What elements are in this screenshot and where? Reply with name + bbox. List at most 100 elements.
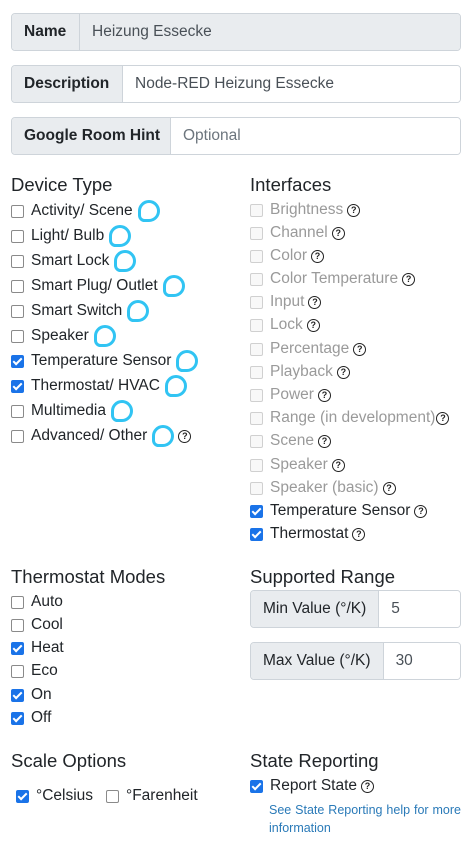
scale-farenheit[interactable]: °Farenheit	[106, 785, 198, 807]
question-circle-icon[interactable]: ?	[414, 504, 428, 518]
checkbox	[250, 342, 263, 356]
checkbox[interactable]	[250, 779, 263, 793]
min-value-input[interactable]	[379, 591, 460, 627]
checkbox	[250, 295, 263, 309]
checkbox[interactable]	[11, 664, 24, 678]
checkbox[interactable]	[106, 789, 119, 803]
checkbox[interactable]	[11, 404, 24, 418]
interface-channel: Channel?	[250, 222, 345, 244]
question-circle-icon[interactable]: ?	[436, 411, 450, 425]
question-circle-icon[interactable]: ?	[353, 342, 367, 356]
max-value-group: Max Value (°/K)	[250, 642, 461, 680]
device-type-light-bulb[interactable]: Light/ Bulb	[11, 225, 132, 247]
interface-thermostat[interactable]: Thermostat?	[250, 523, 366, 545]
device-type-advanced-other[interactable]: Advanced/ Other?	[11, 425, 192, 447]
device-type-thermostat-hvac[interactable]: Thermostat/ HVAC	[11, 375, 187, 397]
interface-label: Color	[270, 247, 308, 264]
mode-label: Heat	[31, 639, 64, 656]
question-circle-icon[interactable]: ?	[311, 249, 325, 263]
question-circle-icon[interactable]: ?	[352, 527, 366, 541]
interface-brightness: Brightness?	[250, 199, 361, 221]
question-circle-icon[interactable]: ?	[331, 226, 345, 240]
question-circle-icon[interactable]: ?	[317, 388, 331, 402]
checkbox[interactable]	[11, 304, 24, 318]
checkbox[interactable]	[11, 229, 24, 243]
scale-celsius[interactable]: °Celsius	[16, 785, 93, 807]
max-value-input[interactable]	[383, 643, 460, 679]
question-circle-icon[interactable]: ?	[306, 318, 320, 332]
alexa-ring-icon	[176, 350, 199, 372]
checkbox[interactable]	[11, 618, 24, 632]
checkbox[interactable]	[250, 504, 263, 518]
max-value-label: Max Value (°/K)	[251, 643, 384, 679]
device-type-label: Speaker	[31, 327, 89, 344]
interface-power: Power?	[250, 384, 331, 406]
mode-heat[interactable]: Heat	[11, 637, 64, 659]
question-circle-icon[interactable]: ?	[336, 365, 350, 379]
room-hint-label: Google Room Hint	[12, 118, 171, 154]
description-label: Description	[12, 66, 123, 102]
checkbox	[250, 249, 263, 263]
interface-playback: Playback?	[250, 361, 350, 383]
alexa-ring-icon	[152, 425, 175, 447]
name-input[interactable]	[80, 14, 460, 50]
device-type-smart-lock[interactable]: Smart Lock	[11, 250, 137, 272]
mode-on[interactable]: On	[11, 684, 52, 706]
mode-off[interactable]: Off	[11, 707, 51, 729]
device-type-label: Smart Plug/ Outlet	[31, 277, 158, 294]
device-type-smart-switch[interactable]: Smart Switch	[11, 300, 150, 322]
checkbox[interactable]	[16, 789, 29, 803]
scale-label: °Farenheit	[126, 787, 198, 804]
device-type-label: Smart Switch	[31, 302, 123, 319]
state-reporting-heading: State Reporting	[250, 750, 379, 771]
checkbox[interactable]	[11, 254, 24, 268]
question-circle-icon[interactable]: ?	[331, 458, 345, 472]
interface-label: Percentage	[270, 340, 350, 357]
interface-label: Color Temperature	[270, 270, 399, 287]
device-type-activity-scene[interactable]: Activity/ Scene	[11, 200, 160, 222]
checkbox[interactable]	[11, 379, 24, 393]
device-type-smart-plug[interactable]: Smart Plug/ Outlet	[11, 275, 185, 297]
state-reporting-help-link[interactable]: See State Reporting help for more inform…	[269, 801, 461, 837]
interface-lock: Lock?	[250, 314, 320, 336]
checkbox[interactable]	[11, 641, 24, 655]
mode-eco[interactable]: Eco	[11, 660, 58, 682]
checkbox[interactable]	[11, 688, 24, 702]
mode-cool[interactable]: Cool	[11, 614, 63, 636]
checkbox[interactable]	[11, 354, 24, 368]
interface-label: Channel	[270, 224, 328, 241]
question-circle-icon[interactable]: ?	[178, 429, 192, 443]
room-hint-input[interactable]	[171, 118, 460, 154]
report-state[interactable]: Report State?	[250, 775, 375, 797]
interface-percentage: Percentage?	[250, 338, 367, 360]
question-circle-icon[interactable]: ?	[361, 779, 375, 793]
checkbox[interactable]	[11, 204, 24, 218]
interface-speaker-basic: Speaker (basic)?	[250, 477, 396, 499]
device-type-label: Multimedia	[31, 402, 106, 419]
question-circle-icon[interactable]: ?	[317, 434, 331, 448]
question-circle-icon[interactable]: ?	[347, 203, 361, 217]
checkbox[interactable]	[11, 329, 24, 343]
checkbox[interactable]	[250, 527, 263, 541]
device-type-temperature-sensor[interactable]: Temperature Sensor	[11, 350, 199, 372]
device-type-heading: Device Type	[11, 174, 113, 195]
mode-auto[interactable]: Auto	[11, 591, 63, 613]
checkbox[interactable]	[11, 595, 24, 609]
checkbox	[250, 411, 263, 425]
description-input[interactable]	[123, 66, 460, 102]
interface-temperature-sensor[interactable]: Temperature Sensor?	[250, 500, 428, 522]
alexa-ring-icon	[93, 325, 116, 347]
checkbox[interactable]	[11, 711, 24, 725]
checkbox[interactable]	[11, 279, 24, 293]
question-circle-icon[interactable]: ?	[402, 272, 416, 286]
checkbox[interactable]	[11, 429, 24, 443]
device-type-label: Thermostat/ HVAC	[31, 377, 160, 394]
device-type-speaker[interactable]: Speaker	[11, 325, 116, 347]
device-type-multimedia[interactable]: Multimedia	[11, 400, 133, 422]
interface-label: Speaker	[270, 456, 328, 473]
min-value-label: Min Value (°/K)	[251, 591, 380, 627]
alexa-ring-icon	[137, 200, 160, 222]
interface-label: Scene	[270, 432, 314, 449]
question-circle-icon[interactable]: ?	[382, 481, 396, 495]
question-circle-icon[interactable]: ?	[308, 295, 322, 309]
